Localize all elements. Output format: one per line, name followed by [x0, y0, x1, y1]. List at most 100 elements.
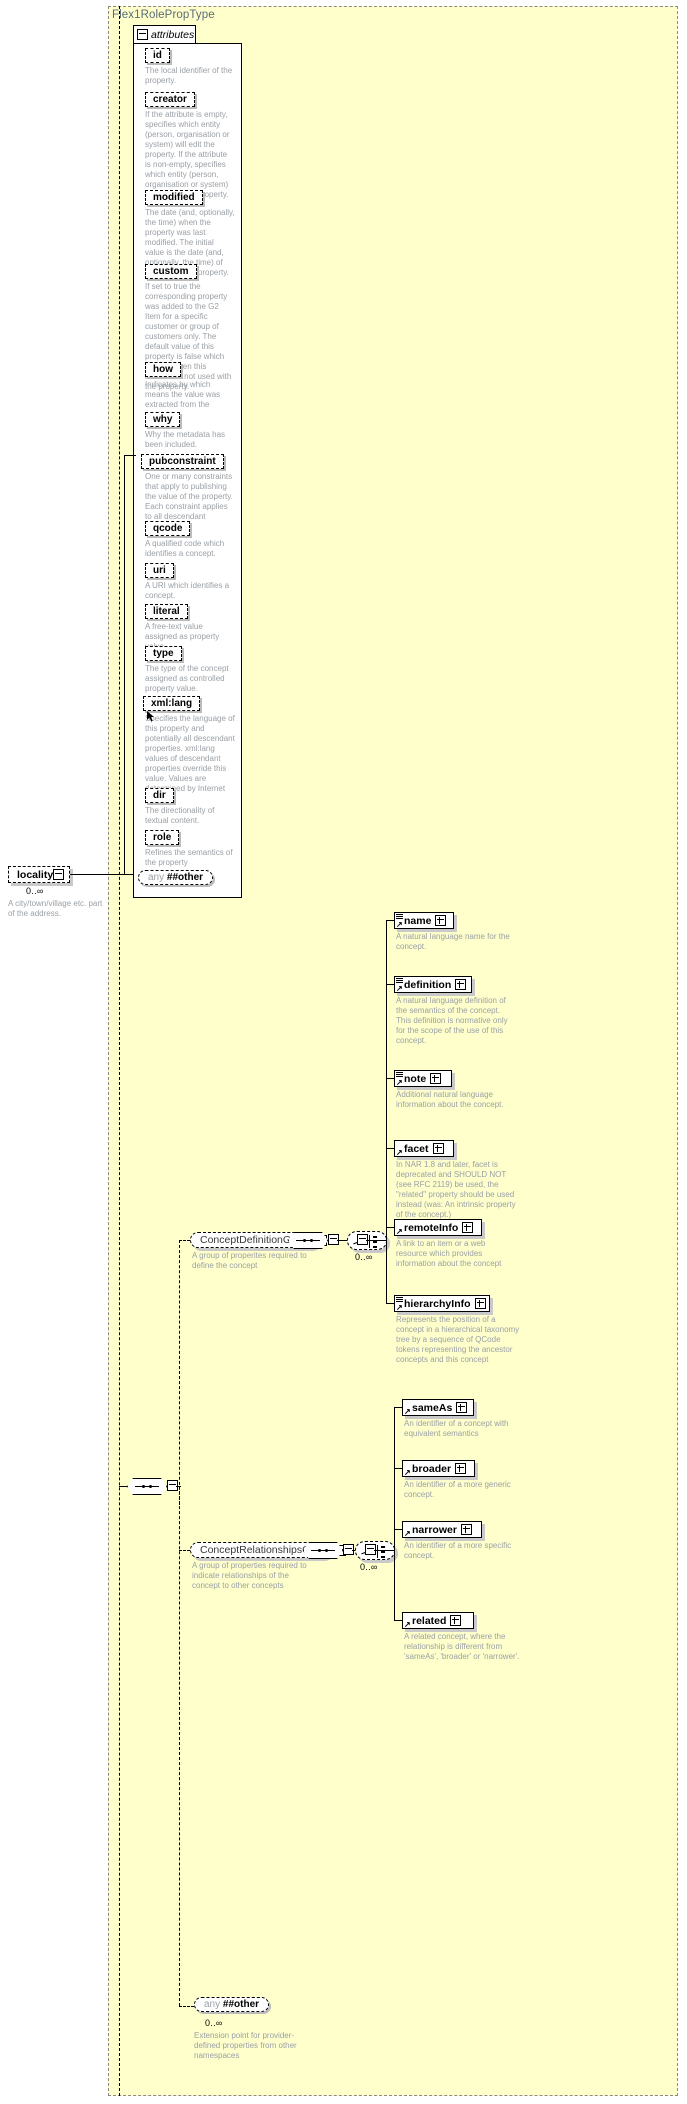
choice-dot: [373, 1241, 377, 1243]
attribute-literal[interactable]: literal: [145, 604, 188, 619]
element-definition[interactable]: ↗ definition: [394, 976, 472, 993]
connector-line-dashed: [179, 1240, 180, 1505]
page-title: Flex1RolePropType: [112, 9, 215, 21]
extension-any-description: Extension point for provider-defined pro…: [194, 2031, 297, 2060]
attribute-id[interactable]: id: [145, 48, 170, 63]
sequence-connector[interactable]: [288, 1232, 328, 1249]
plus-icon[interactable]: [450, 1615, 462, 1626]
element-facet-description: In NAR 1.8 and later, facet is deprecate…: [396, 1160, 516, 1219]
arrow-icon: ↗: [404, 1529, 411, 1538]
element-related-label: related: [412, 1614, 447, 1627]
sequence-connector[interactable]: [127, 1478, 167, 1495]
attributes-tab[interactable]: attributes: [133, 25, 196, 44]
element-locality[interactable]: locality: [8, 866, 70, 883]
arrow-icon: ↗: [404, 1468, 411, 1477]
plus-icon[interactable]: [455, 979, 467, 990]
mouse-cursor-icon: [147, 711, 154, 722]
element-related[interactable]: ↗ related: [402, 1612, 474, 1629]
arrow-icon: ↗: [396, 920, 403, 929]
element-sameas[interactable]: ↗ sameAs: [402, 1399, 474, 1416]
sequence-collapse[interactable]: [328, 1234, 339, 1248]
choice-dot: [381, 1551, 385, 1553]
choice-collapse[interactable]: [365, 1544, 376, 1558]
attribute-modified[interactable]: modified: [145, 190, 203, 205]
connector-line: [124, 455, 125, 875]
element-narrower-description: An identifier of a more specific concept…: [404, 1541, 512, 1560]
element-hierarchyinfo[interactable]: ↗ hierarchyInfo: [394, 1295, 490, 1312]
plus-icon[interactable]: [460, 1524, 472, 1535]
connector-line: [386, 1148, 394, 1149]
element-note-description: Additional natural language information …: [396, 1090, 504, 1109]
attribute-role[interactable]: role: [145, 830, 180, 845]
element-related-description: A related concept, where the relationshi…: [404, 1632, 520, 1661]
element-definition-label: definition: [404, 978, 452, 991]
element-narrower[interactable]: ↗ narrower: [402, 1521, 482, 1538]
extension-any-cardinality: 0..∞: [205, 2018, 223, 2028]
minus-icon[interactable]: [53, 869, 65, 880]
element-hierarchyinfo-description: Represents the position of a concept in …: [396, 1315, 520, 1364]
attribute-pubconstraint[interactable]: pubconstraint: [141, 454, 224, 469]
choice-bar: [377, 1545, 378, 1558]
arrow-icon: ↗: [396, 1148, 403, 1157]
attribute-row: creator If the attribute is empty, speci…: [0, 92, 230, 200]
sequence-collapse[interactable]: [343, 1544, 354, 1558]
connector-line: [386, 984, 394, 985]
element-facet[interactable]: ↗ facet: [394, 1140, 454, 1157]
choice-dot: [381, 1546, 385, 1548]
plus-icon[interactable]: [432, 1143, 444, 1154]
arrow-icon: ↗: [396, 1227, 403, 1236]
group-concept-definition-description: A group of properites required to define…: [192, 1251, 307, 1270]
connector-line: [386, 1240, 387, 1304]
choice-dot: [373, 1236, 377, 1238]
element-locality-description: A city/town/village etc. part of the add…: [8, 899, 103, 918]
attribute-how[interactable]: how: [145, 362, 181, 377]
element-name[interactable]: ↗ name: [394, 912, 454, 929]
element-broader[interactable]: ↗ broader: [402, 1460, 475, 1477]
element-definition-description: A natural language definition of the sem…: [396, 996, 508, 1045]
attribute-xml-lang[interactable]: xml:lang: [143, 696, 201, 711]
element-name-label: name: [404, 914, 432, 927]
sequence-collapse[interactable]: [167, 1480, 178, 1494]
connector-line: [386, 1227, 394, 1228]
any-keyword: any: [148, 872, 165, 883]
attribute-type[interactable]: type: [145, 646, 182, 661]
connector-line: [386, 1078, 394, 1079]
attribute-dir[interactable]: dir: [145, 788, 174, 803]
attribute-uri[interactable]: uri: [145, 563, 174, 578]
sequence-connector[interactable]: [303, 1542, 343, 1559]
minus-icon[interactable]: [137, 29, 148, 40]
attribute-custom[interactable]: custom: [145, 264, 197, 279]
connector-line: [366, 1240, 386, 1241]
connector-line: [394, 1407, 402, 1408]
plus-icon[interactable]: [462, 1222, 474, 1233]
choice-collapse[interactable]: [357, 1234, 368, 1248]
plus-icon[interactable]: [435, 915, 447, 926]
plus-icon[interactable]: [456, 1402, 468, 1413]
element-broader-label: broader: [412, 1462, 452, 1475]
element-remoteinfo-label: remoteInfo: [404, 1221, 459, 1234]
choice-dot: [373, 1246, 377, 1248]
plus-icon[interactable]: [474, 1298, 486, 1309]
element-sameas-description: An identifier of a concept with equivale…: [404, 1419, 509, 1438]
element-broader-description: An identifier of a more generic concept.: [404, 1480, 511, 1499]
extension-any-other[interactable]: any ##other: [194, 1997, 270, 2012]
sequence-icon: [135, 1484, 159, 1488]
attribute-qcode[interactable]: qcode: [145, 521, 191, 536]
attribute-why-description: Why the metadata has been included.: [145, 430, 226, 449]
attribute-creator[interactable]: creator: [145, 92, 195, 107]
attribute-type-description: The type of the concept assigned as cont…: [145, 664, 229, 693]
attribute-row: literal A free-text value assigned as pr…: [0, 604, 219, 652]
attribute-why[interactable]: why: [145, 412, 181, 427]
attribute-row: type The type of the concept assigned as…: [0, 646, 229, 694]
plus-icon[interactable]: [430, 1073, 442, 1084]
plus-icon[interactable]: [455, 1463, 467, 1474]
attribute-role-description: Refines the semantics of the property: [145, 848, 233, 867]
locality-cardinality: 0..∞: [26, 886, 44, 896]
element-remoteinfo[interactable]: ↗ remoteInfo: [394, 1219, 482, 1236]
element-note[interactable]: ↗ note: [394, 1070, 452, 1087]
cdg-cardinality: 0..∞: [355, 1252, 373, 1262]
attributes-any-other[interactable]: any ##other: [138, 870, 214, 885]
attribute-id-description: The local identifier of the property.: [145, 66, 233, 85]
element-sameas-label: sameAs: [412, 1401, 453, 1414]
connector-line: [386, 1303, 394, 1304]
